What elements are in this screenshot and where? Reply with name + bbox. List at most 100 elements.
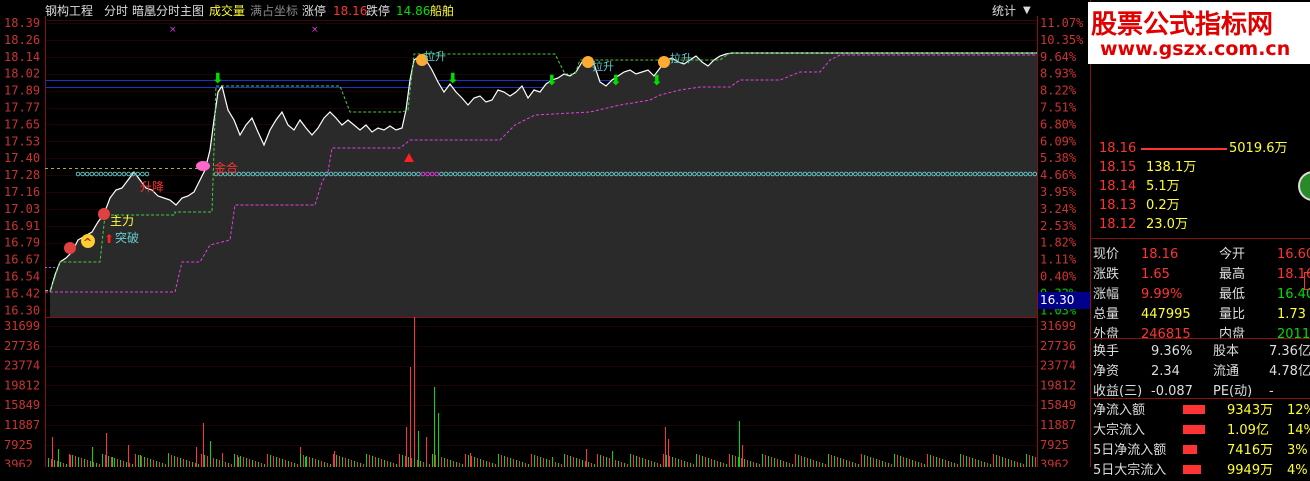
- quote-row: 涨幅9.99%最低16.40: [1091, 284, 1310, 305]
- bid-price: 18.15: [1099, 160, 1137, 175]
- volume-tick-label: 27736: [4, 339, 40, 353]
- pct-axis-right: 11.07% 10.35% 9.64% 8.93% 8.22% 7.51% 6.80% 6.0…: [1040, 16, 1084, 317]
- flow-row: 大宗流入 1.09亿 14%: [1091, 420, 1310, 441]
- price-tick-label: 17.53: [4, 134, 40, 148]
- pct-tick-label: 0.40%: [1040, 270, 1077, 284]
- flow-bar: [1183, 425, 1205, 434]
- flow-row: 5日净流入额 7416万 3%: [1091, 440, 1310, 461]
- magenta-x-icon: ×: [311, 25, 319, 35]
- flow-pct: 14%: [1287, 423, 1310, 438]
- volume-tick-label: 15849: [1040, 398, 1076, 412]
- label-jinhe: 金合: [214, 160, 238, 175]
- quote-label: 总量: [1093, 307, 1120, 322]
- price-tick-label: 18.14: [4, 50, 40, 64]
- price-tick-label: 17.77: [4, 101, 40, 115]
- price-tick-label: 17.40: [4, 151, 40, 165]
- bid-price: 18.12: [1099, 217, 1137, 232]
- quote-label: 最低: [1219, 287, 1246, 302]
- pct-tick-label: 6.09%: [1040, 134, 1077, 148]
- price-tick-label: 17.65: [4, 117, 40, 131]
- volume-tick-label: 31699: [1040, 319, 1076, 333]
- price-tick-label: 16.42: [4, 286, 40, 300]
- price-tick-label: 16.79: [4, 236, 40, 250]
- label-zhuli: 主力: [110, 214, 134, 228]
- pct-tick-label: 8.22%: [1040, 84, 1077, 98]
- bid-volume: 23.0万: [1146, 217, 1188, 232]
- green-arrow-down-icon: ⬇: [447, 71, 459, 87]
- pct-tick-label: 3.24%: [1040, 202, 1077, 216]
- quote-value: 447995: [1141, 307, 1191, 322]
- flow-value: 1.09亿: [1227, 423, 1269, 438]
- panel-divider: [1091, 238, 1310, 239]
- stat-row: 净资 2.34 流通 4.78亿: [1091, 361, 1310, 382]
- quote-label: 最高: [1219, 267, 1246, 282]
- intraday-chart[interactable]: 钢构工程 分时 暗凰分时主图 成交量 满占坐标 涨停 18.16 跌停 14.8…: [0, 0, 1090, 467]
- label-shengjiang: 升降: [140, 180, 164, 194]
- watermark-url: www.gszx.com.cn: [1100, 38, 1291, 60]
- bid-volume: 138.1万: [1146, 160, 1197, 175]
- stat-label: 净资: [1093, 364, 1120, 379]
- flow-value: 9949万: [1227, 463, 1274, 478]
- stat-row: 换手 9.36% 股本 7.36亿: [1091, 341, 1310, 362]
- price-tick-label: 18.02: [4, 67, 40, 81]
- chart-canvas: ⬇ ⬇ ⬇ ⬇ ⬇ ^ ⬆ × × 升降 主力 突破 金合 拉升 拉升 拉升 1…: [4, 16, 1084, 467]
- volume-tick-label: 7925: [4, 438, 33, 452]
- volume-tick-label: 23774: [4, 359, 40, 373]
- stat-value: 4.78亿: [1269, 364, 1310, 379]
- stat-value: 9.36%: [1151, 344, 1193, 359]
- red-arrow-up-icon: ⬆: [104, 232, 114, 246]
- stat-value: 2.34: [1151, 364, 1180, 379]
- flow-pct: 4%: [1287, 463, 1308, 478]
- volume-grid: [46, 326, 1037, 466]
- pct-tick-label: 1.82%: [1040, 236, 1077, 250]
- quote-label: 现价: [1093, 247, 1120, 262]
- quote-value: 16.60: [1277, 247, 1310, 262]
- flow-label: 5日大宗流入: [1093, 463, 1167, 478]
- price-tick-label: 18.39: [4, 16, 40, 30]
- label-tupo: 突破: [115, 230, 139, 245]
- order-book-row: 18.14 5.1万: [1091, 176, 1310, 197]
- red-coin-icon: [64, 242, 76, 254]
- bid-price: 18.13: [1099, 198, 1137, 213]
- pct-tick-label: 7.51%: [1040, 101, 1077, 115]
- bid-volume: 5019.6万: [1229, 141, 1288, 156]
- price-tick-label: 16.54: [4, 270, 40, 284]
- red-coin-icon: [98, 208, 110, 220]
- pct-tick-label: 3.95%: [1040, 185, 1077, 199]
- green-arrow-down-icon: ⬇: [212, 71, 224, 87]
- stat-value: 7.36亿: [1269, 344, 1310, 359]
- flow-pct: 3%: [1287, 443, 1308, 458]
- bid-volume-bar: [1141, 148, 1227, 150]
- stat-label: 换手: [1093, 344, 1120, 359]
- flow-label: 5日净流入额: [1093, 443, 1167, 458]
- flow-value: 7416万: [1227, 443, 1274, 458]
- volume-tick-label: 15849: [4, 398, 40, 412]
- price-tick-label: 17.16: [4, 185, 40, 199]
- price-tick-label: 16.91: [4, 219, 40, 233]
- volume-tick-label: 31699: [4, 319, 40, 333]
- quote-row: 涨跌1.65最高18.16: [1091, 264, 1310, 285]
- caret-up-icon: ^: [83, 236, 92, 249]
- volume-tick-label: 27736: [1040, 339, 1076, 353]
- panel-divider: [1091, 338, 1310, 339]
- flow-bar: [1183, 405, 1205, 414]
- watermark: 股票公式指标网 www.gszx.com.cn: [1088, 2, 1310, 64]
- bid-volume: 0.2万: [1146, 198, 1180, 213]
- price-axis-left: 18.39 18.26 18.14 18.02 17.89 17.77 17.65 17.53…: [4, 16, 40, 317]
- quote-value: 9.99%: [1141, 287, 1183, 302]
- label-lasheng-1: 拉升: [424, 49, 446, 63]
- label-lasheng-2: 拉升: [592, 59, 614, 73]
- quote-label: 量比: [1219, 307, 1246, 322]
- pct-tick-label: 8.93%: [1040, 67, 1077, 81]
- bid-price: 18.16: [1099, 141, 1137, 156]
- label-lasheng-3: 拉升: [670, 51, 692, 65]
- order-book-row: 18.12 23.0万: [1091, 214, 1310, 235]
- pct-tick-label: 4.66%: [1040, 168, 1077, 182]
- pct-tick-label: 9.64%: [1040, 50, 1077, 64]
- volume-axis-right: 31699 27736 23774 19812 15849 11887 7925 3962: [1040, 319, 1076, 467]
- quote-row: 总量 447995 量比 1.73: [1091, 304, 1310, 325]
- green-arrow-down-icon: ⬇: [610, 73, 622, 89]
- magenta-x-icon: ×: [169, 25, 177, 35]
- pct-tick-label: 1.11%: [1040, 253, 1077, 267]
- price-tick-label: 17.89: [4, 84, 40, 98]
